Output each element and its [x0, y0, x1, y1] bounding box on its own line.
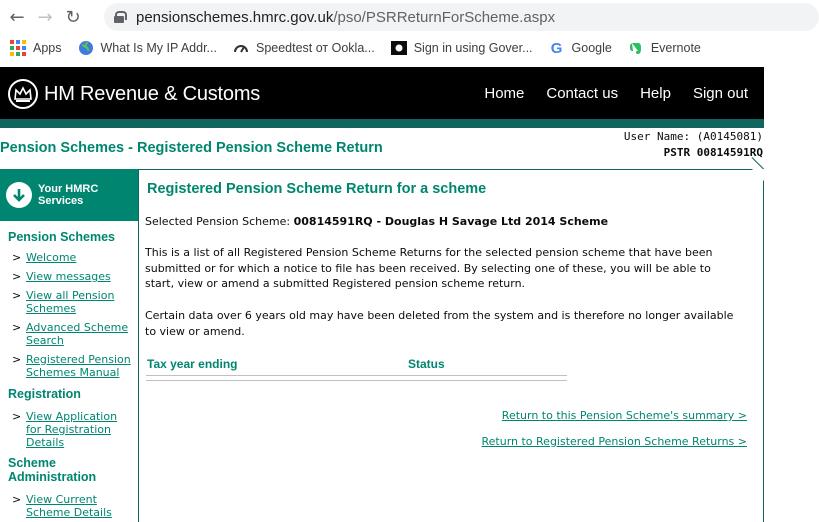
sidebar-item-registered-pension-schemes-manual[interactable]: > Registered Pension Schemes Manual [12, 353, 138, 379]
bookmark-apps[interactable]: Apps [10, 40, 62, 56]
brand-name: HM Revenue & Customs [44, 82, 261, 105]
evernote-icon [628, 40, 644, 56]
top-navigation: Home Contact us Help Sign out [462, 85, 748, 102]
sidebar-section-pension-schemes: Pension Schemes [8, 230, 115, 244]
bookmarks-bar: Apps What Is My IP Addr... Speedtest от … [0, 34, 819, 62]
hmrc-logo[interactable]: HM Revenue & Customs [8, 79, 260, 109]
your-hmrc-services-button[interactable]: Your HMRC Services [0, 169, 138, 221]
sidebar-item-advanced-scheme-search[interactable]: > Advanced Scheme Search [12, 321, 138, 347]
user-name: User Name: (A0145081) [623, 130, 763, 143]
down-arrow-icon [6, 182, 32, 208]
intro-paragraph: This is a list of all Registered Pension… [145, 246, 713, 290]
return-to-scheme-summary-link[interactable]: Return to this Pension Scheme's summary … [502, 409, 747, 422]
return-to-pension-scheme-returns-link[interactable]: Return to Registered Pension Scheme Retu… [482, 435, 748, 448]
pstr-reference: PSTR 00814591RQ [663, 146, 763, 159]
site-header: HM Revenue & Customs Home Contact us Hel… [0, 67, 764, 119]
back-arrow-icon[interactable]: ← [6, 6, 28, 28]
reload-icon[interactable]: ↻ [62, 6, 84, 28]
url-path: /pso/PSRReturnForScheme.aspx [333, 8, 556, 26]
google-icon: G [550, 39, 563, 57]
data-retention-paragraph: Certain data over 6 years old may have b… [145, 309, 734, 338]
sidebar-section-registration: Registration [8, 387, 81, 401]
sidebar-item-welcome[interactable]: > Welcome [12, 251, 138, 264]
forward-arrow-icon[interactable]: → [34, 6, 56, 28]
user-info: User Name: (A0145081) PSTR 00814591RQ [624, 129, 763, 161]
crown-crest-icon [8, 79, 38, 109]
bookmark-evernote[interactable]: Evernote [628, 40, 701, 56]
table-divider [146, 380, 567, 381]
nav-home[interactable]: Home [484, 85, 524, 102]
header-accent-bar [0, 119, 764, 128]
speedometer-icon [233, 40, 249, 56]
sidebar-section-scheme-administration: Scheme Administration [8, 456, 97, 484]
nav-contact-us[interactable]: Contact us [546, 85, 618, 102]
sidebar-item-view-current-scheme-details[interactable]: > View Current Scheme Details [12, 493, 138, 519]
sidebar-item-view-all-pension-schemes[interactable]: > View all Pension Schemes [12, 289, 138, 315]
govuk-icon [390, 40, 407, 56]
returns-table-header: Tax year ending Status [146, 357, 567, 376]
sidebar-item-view-messages[interactable]: > View messages [12, 270, 138, 283]
selected-scheme: Selected Pension Scheme: 00814591RQ - Do… [145, 215, 609, 228]
nav-sign-out[interactable]: Sign out [693, 85, 748, 102]
page-title: Pension Schemes - Registered Pension Sch… [0, 140, 383, 156]
nav-help[interactable]: Help [640, 85, 671, 102]
lock-icon [114, 11, 127, 23]
browser-toolbar: ← → ↻ pensionschemes.hmrc.gov.uk/pso/PSR… [0, 0, 819, 34]
column-status: Status [408, 357, 445, 371]
bookmark-google[interactable]: G Google [549, 39, 612, 57]
sidebar-item-view-application[interactable]: > View Application for Registration Details [12, 410, 138, 449]
url-host: pensionschemes.hmrc.gov.uk [136, 8, 334, 26]
left-sidebar: Your HMRC Services Pension Schemes > Welc… [0, 169, 139, 522]
content-heading: Registered Pension Scheme Return for a s… [147, 181, 487, 197]
bookmark-govuk[interactable]: Sign in using Gover... [390, 40, 533, 56]
apps-grid-icon [10, 40, 26, 56]
selected-scheme-value: 00814591RQ - Douglas H Savage Ltd 2014 S… [293, 215, 609, 228]
globe-icon [78, 40, 94, 56]
main-content: Registered Pension Scheme Return for a s… [139, 157, 765, 522]
bookmark-speedtest[interactable]: Speedtest от Ookla... [233, 40, 375, 56]
column-tax-year-ending: Tax year ending [147, 357, 238, 371]
bookmark-whatismyip[interactable]: What Is My IP Addr... [78, 40, 217, 56]
address-bar[interactable]: pensionschemes.hmrc.gov.uk/pso/PSRReturn… [104, 3, 819, 31]
